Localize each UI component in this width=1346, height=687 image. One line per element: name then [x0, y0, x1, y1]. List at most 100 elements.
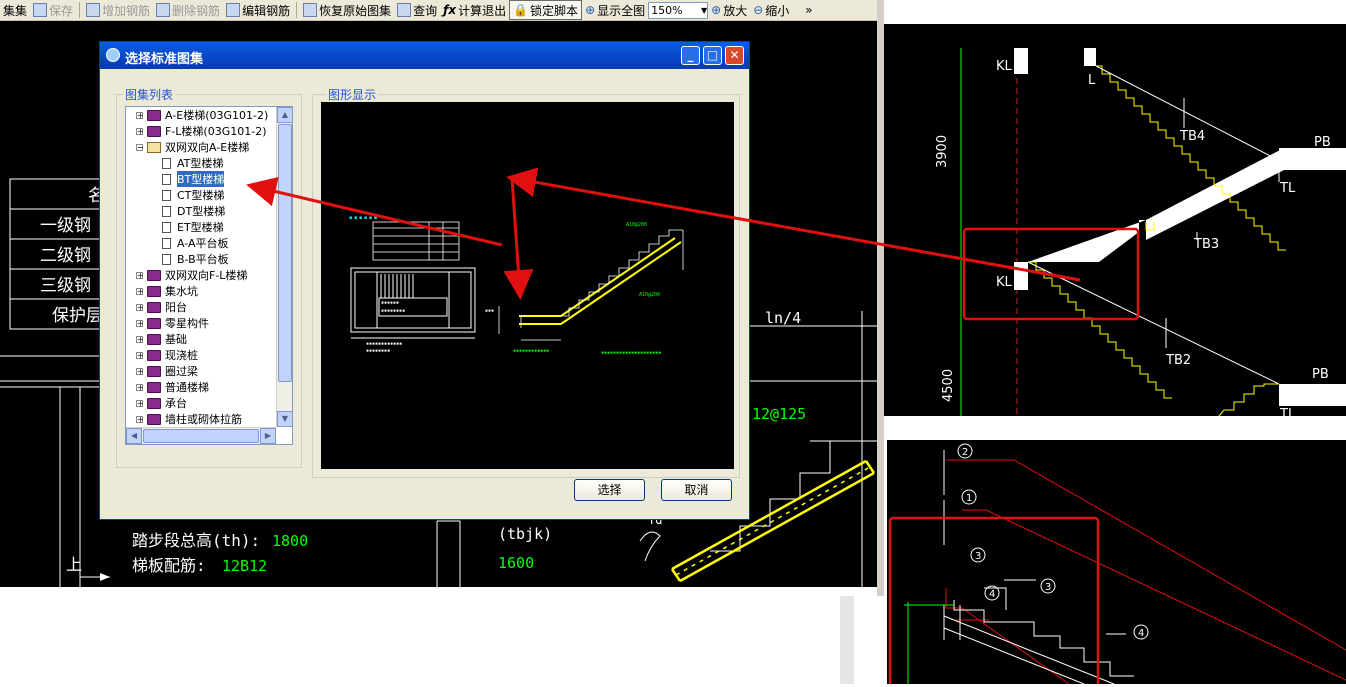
restore-icon: [303, 3, 318, 17]
tree-item[interactable]: + 圈过梁: [136, 363, 198, 379]
tree-item-label: 零星构件: [165, 317, 209, 330]
tree-item[interactable]: ET型楼梯: [162, 219, 224, 235]
tree-item[interactable]: + 承台: [136, 395, 187, 411]
expand-icon[interactable]: +: [136, 287, 144, 295]
lock-icon: 🔒: [513, 3, 529, 17]
cad-label-3: 三级钢: [40, 276, 91, 296]
scroll-thumb[interactable]: [278, 124, 292, 382]
expand-icon[interactable]: +: [136, 399, 144, 407]
tree-hscroll[interactable]: ◀ ▶: [126, 427, 276, 444]
document-icon: [162, 173, 171, 185]
zoom-in-button[interactable]: ⊕ 放大: [708, 1, 750, 19]
svg-text:▪▪▪▪▪▪▪▪: ▪▪▪▪▪▪▪▪: [381, 308, 405, 314]
tree-item[interactable]: + 现浇桩: [136, 347, 198, 363]
tree-item[interactable]: + A-E楼梯(03G101-2): [136, 107, 268, 123]
expand-icon[interactable]: +: [136, 383, 144, 391]
dialog-titlebar[interactable]: 选择标准图集 _ □ ✕: [100, 42, 749, 69]
lock-script-button[interactable]: 🔒 锁定脚本: [509, 0, 583, 20]
expand-icon[interactable]: +: [136, 127, 144, 135]
add-rebar-icon: [86, 3, 101, 17]
tree-item[interactable]: + 零星构件: [136, 315, 209, 331]
chevron-down-icon: ▼: [700, 5, 708, 15]
zoom-select[interactable]: 150% ▼: [648, 1, 709, 19]
expand-icon[interactable]: +: [136, 319, 144, 327]
tree-item[interactable]: B-B平台板: [162, 251, 229, 267]
svg-text:▪▪▪▪▪▪: ▪▪▪▪▪▪: [381, 300, 399, 306]
maximize-button[interactable]: □: [703, 46, 722, 65]
zoom-extents-icon: ⊕: [585, 3, 596, 17]
delete-rebar-button[interactable]: 删除钢筋: [153, 1, 223, 19]
cancel-button[interactable]: 取消: [661, 479, 732, 501]
tree-item[interactable]: + 墙柱或砌体拉筋: [136, 411, 242, 427]
cad-label-4: 保护层: [52, 306, 103, 326]
tree-item[interactable]: + 集水坑: [136, 283, 198, 299]
minimize-button[interactable]: _: [681, 46, 700, 65]
select-button[interactable]: 选择: [574, 479, 645, 501]
tree-item-label: 普通楼梯: [165, 381, 209, 394]
drawing-label-2: TB4: [1179, 129, 1205, 144]
expand-icon[interactable]: +: [136, 271, 144, 279]
svg-text:▪▪▪▪▪▪▪▪▪▪▪▪: ▪▪▪▪▪▪▪▪▪▪▪▪: [513, 348, 549, 354]
book-icon: [147, 365, 161, 377]
cad-up: 上: [66, 555, 82, 574]
tree-item[interactable]: + 双网双向F-L楼梯: [136, 267, 247, 283]
tree-vscroll[interactable]: ▲ ▼: [276, 107, 292, 427]
scroll-up-button[interactable]: ▲: [277, 107, 292, 123]
tree-item[interactable]: + F-L楼梯(03G101-2): [136, 123, 267, 139]
tree-item[interactable]: + 阳台: [136, 299, 187, 315]
calc-exit-button[interactable]: ƒx 计算退出: [440, 1, 509, 19]
scroll-left-button[interactable]: ◀: [126, 428, 142, 444]
tree-item[interactable]: A-A平台板: [162, 235, 229, 251]
tree-item-label: A-A平台板: [177, 237, 229, 250]
edit-rebar-button[interactable]: 编辑钢筋: [223, 1, 293, 19]
document-icon: [162, 253, 171, 265]
scroll-down-button[interactable]: ▼: [277, 411, 292, 427]
expand-icon[interactable]: +: [136, 351, 144, 359]
show-all-button[interactable]: ⊕ 显示全图: [582, 1, 648, 19]
status-area: [0, 596, 840, 684]
toolbar: 集集 保存 增加钢筋 删除钢筋 编辑钢筋 恢复原始图集 查询 ƒx 计算退出 🔒 锁…: [0, 0, 880, 21]
expand-icon[interactable]: +: [136, 335, 144, 343]
add-rebar-button[interactable]: 增加钢筋: [83, 1, 153, 19]
scroll-right-button[interactable]: ▶: [260, 428, 276, 444]
hscroll-thumb[interactable]: [143, 429, 259, 443]
restore-atlas-button[interactable]: 恢复原始图集: [300, 1, 394, 19]
tree-item-label: B-B平台板: [177, 253, 229, 266]
collapse-icon[interactable]: −: [136, 143, 144, 151]
drawing-label-6: TB3: [1193, 237, 1219, 252]
query-button[interactable]: 查询: [394, 1, 440, 19]
save-button[interactable]: 保存: [30, 1, 76, 19]
circle-label-4: 3: [1045, 582, 1051, 593]
close-button[interactable]: ✕: [725, 46, 744, 65]
tree-item-label: 阳台: [165, 301, 187, 314]
select-atlas-dialog: 选择标准图集 _ □ ✕ 图集列表 + A-E楼梯(03G101-2) + F-L楼梯…: [99, 41, 750, 520]
tree-item[interactable]: + 基础: [136, 331, 187, 347]
tree-item[interactable]: CT型楼梯: [162, 187, 224, 203]
svg-text:▪▪▪: ▪▪▪: [485, 308, 494, 314]
atlas-tree[interactable]: + A-E楼梯(03G101-2) + F-L楼梯(03G101-2) − 双网双向A-E…: [125, 106, 293, 445]
circle-label-1: 1: [966, 493, 972, 504]
preview-canvas: ▪ ▪ ▪ ▪ ▪ ▪ A10@200 A10@200 ▪▪▪▪▪▪▪▪▪▪▪▪…: [321, 102, 734, 469]
atlas-list-label: 图集列表: [123, 86, 176, 103]
expand-icon[interactable]: +: [136, 303, 144, 311]
zoom-out-button[interactable]: ⊖ 缩小: [750, 1, 792, 19]
cad-ln4: ln/4: [765, 309, 801, 327]
drawing-label-5: 3900: [935, 135, 950, 168]
tree-item[interactable]: DT型楼梯: [162, 203, 225, 219]
expand-icon[interactable]: +: [136, 111, 144, 119]
formula-icon: ƒx: [443, 3, 457, 17]
tree-item[interactable]: + 普通楼梯: [136, 379, 209, 395]
tree-item[interactable]: AT型楼梯: [162, 155, 223, 171]
circle-label-0: 2: [962, 447, 968, 458]
expand-icon[interactable]: +: [136, 367, 144, 375]
tree-item[interactable]: − 双网双向A-E楼梯: [136, 139, 249, 155]
toolbar-overflow[interactable]: »: [802, 1, 815, 19]
svg-text:▪▪▪▪▪▪▪▪▪▪▪▪: ▪▪▪▪▪▪▪▪▪▪▪▪: [366, 341, 402, 347]
drawing-label-11: TL: [1279, 407, 1296, 422]
circle-label-3: 4: [989, 589, 995, 600]
toolbar-btn-0[interactable]: 集集: [0, 1, 30, 19]
tree-item-label: A-E楼梯(03G101-2): [165, 109, 269, 122]
expand-icon[interactable]: +: [136, 415, 144, 423]
tree-item[interactable]: BT型楼梯: [162, 170, 226, 188]
book-icon: [147, 269, 161, 281]
